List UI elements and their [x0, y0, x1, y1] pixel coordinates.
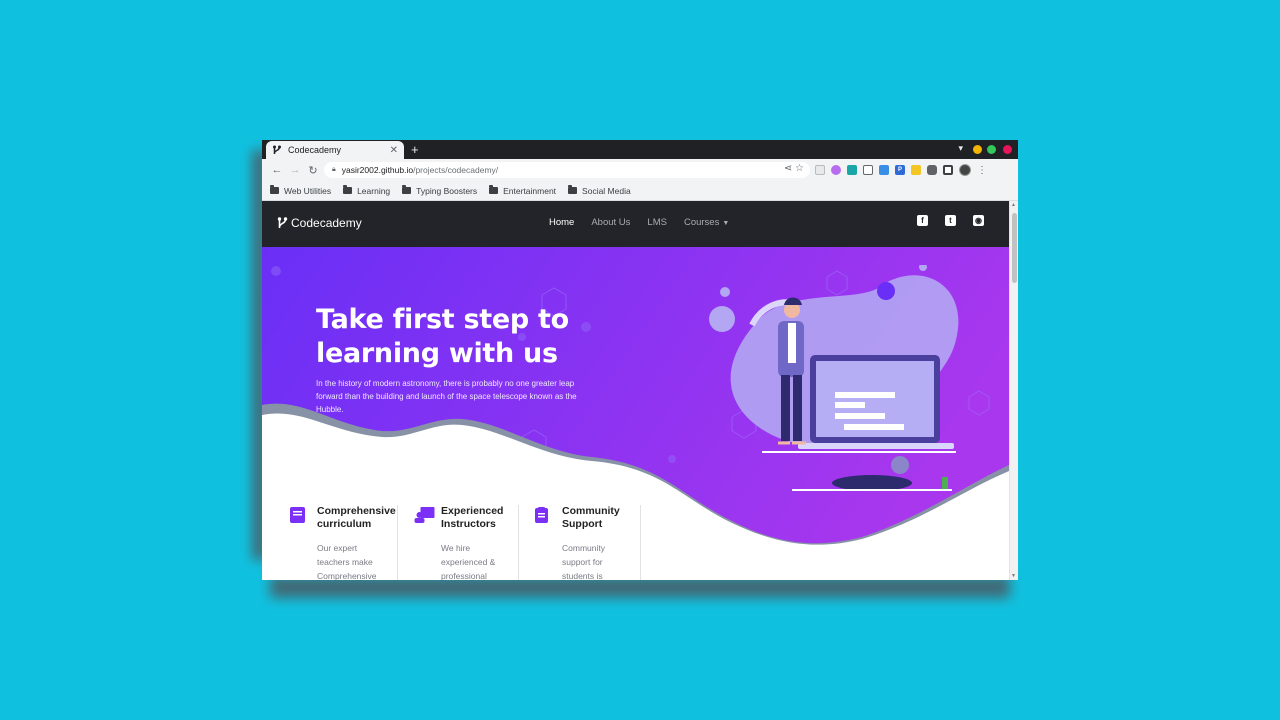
site-brand[interactable]: Codecademy [277, 216, 362, 230]
page-scrollbar[interactable]: ▲ ▼ [1009, 201, 1018, 580]
main-nav: Home About Us LMS Courses ▼ [549, 217, 729, 228]
bookmark-label: Entertainment [503, 185, 557, 196]
browser-toolbar: ← → ↻ 🔒︎ yasir2002.github.io/projects/co… [262, 159, 1018, 181]
bookmark-folder[interactable]: Social Media [568, 185, 631, 196]
extension-icon[interactable] [847, 165, 857, 175]
bookmark-folder[interactable]: Typing Boosters [402, 185, 478, 196]
nav-about-us[interactable]: About Us [591, 217, 630, 228]
feature-title: Community Support [562, 505, 620, 530]
browser-menu-icon[interactable]: ⋮ [977, 165, 987, 176]
url-host: yasir2002.github.io [341, 165, 414, 175]
extension-icon[interactable] [879, 165, 889, 175]
codecademy-logo-icon [277, 217, 288, 228]
extensions-area: P ⋮ [815, 164, 987, 176]
reload-icon[interactable]: ↻ [304, 164, 322, 177]
minimize-dot[interactable] [973, 145, 982, 154]
back-icon[interactable]: ← [268, 164, 286, 176]
forward-icon[interactable]: → [286, 164, 304, 176]
codecademy-favicon-icon [273, 145, 281, 154]
page-viewport: Take first step to learning with us In t… [262, 201, 1018, 580]
close-tab-icon[interactable]: ✕ [390, 145, 398, 156]
feature-card: Experienced Instructors We hire experien… [412, 505, 519, 580]
support-icon [535, 507, 548, 523]
bookmarks-bar: Web Utilities Learning Typing Boosters E… [262, 181, 1018, 201]
features-row: Comprehensive curriculum Our expert teac… [288, 505, 641, 580]
pdf-extension-icon[interactable]: P [895, 165, 905, 175]
profile-avatar[interactable] [959, 164, 971, 176]
caret-down-icon: ▼ [722, 220, 730, 227]
browser-window: Codecademy ✕ + ▾ ← → ↻ 🔒︎ yasir2002.gith… [262, 140, 1018, 580]
learning-illustration [709, 265, 959, 491]
folder-icon [270, 185, 279, 194]
feature-card: Comprehensive curriculum Our expert teac… [288, 505, 398, 580]
side-panel-icon[interactable] [943, 165, 953, 175]
brand-name: Codecademy [291, 216, 362, 230]
nav-home[interactable]: Home [549, 217, 574, 228]
bookmark-label: Typing Boosters [416, 185, 478, 196]
folder-icon [343, 185, 353, 194]
maximize-dot[interactable] [987, 145, 996, 154]
feature-title: Comprehensive curriculum [317, 505, 396, 530]
extension-icon[interactable] [911, 165, 921, 175]
nav-courses-label: Courses [683, 217, 720, 228]
url-path: /projects/codecademy/ [413, 165, 499, 175]
scroll-down-arrow-icon[interactable]: ▼ [1011, 573, 1016, 579]
bookmark-folder[interactable]: Learning [343, 185, 391, 196]
share-and-bookmark-star-icon[interactable]: ⋖ ☆ [784, 163, 804, 174]
tab-search-chevron-icon[interactable]: ▾ [958, 143, 963, 154]
feature-title: Experienced Instructors [441, 505, 504, 530]
new-tab-icon[interactable]: + [411, 142, 419, 157]
feature-text: We hire experienced & professional [441, 543, 496, 580]
close-window-dot[interactable] [1003, 145, 1012, 154]
nav-lms[interactable]: LMS [647, 217, 667, 228]
github-icon[interactable]: ◉ [973, 215, 984, 226]
scroll-up-arrow-icon[interactable]: ▲ [1011, 202, 1016, 208]
feature-text: Community support for students is [562, 543, 605, 580]
feature-text: Our expert teachers make Comprehensive [317, 543, 377, 580]
book-icon [290, 507, 305, 523]
puzzle-extensions-icon[interactable] [927, 165, 937, 175]
bookmark-folder[interactable]: Entertainment [489, 185, 557, 196]
folder-icon [568, 185, 578, 194]
scrollbar-thumb[interactable] [1012, 213, 1017, 283]
teacher-icon [414, 507, 435, 523]
bookmark-label: Social Media [582, 185, 631, 196]
hero-description: In the history of modern astronomy, ther… [316, 379, 577, 414]
screenshot-extension-icon[interactable] [863, 165, 873, 175]
bookmark-label: Web Utilities [284, 185, 332, 196]
extension-icon[interactable] [831, 165, 841, 175]
folder-icon [489, 185, 499, 194]
tab-title: Codecademy [288, 145, 342, 155]
hero-section: Take first step to learning with us In t… [262, 247, 1009, 580]
browser-tab[interactable]: Codecademy ✕ [266, 141, 404, 159]
lock-icon[interactable]: 🔒︎ [332, 166, 336, 174]
twitter-icon[interactable]: t [945, 215, 956, 226]
feature-card: Community Support Community support for … [533, 505, 641, 580]
folder-icon [402, 185, 412, 194]
bookmark-label: Learning [357, 185, 391, 196]
site-navbar: Codecademy Home About Us LMS Courses ▼ f … [262, 201, 1009, 247]
address-bar[interactable]: 🔒︎ yasir2002.github.io/projects/codecade… [324, 162, 810, 178]
facebook-icon[interactable]: f [917, 215, 928, 226]
bookmark-folder[interactable]: Web Utilities [270, 185, 332, 196]
extension-icon[interactable] [815, 165, 825, 175]
hero-title: Take first step to learning with us [316, 304, 569, 369]
tab-strip: Codecademy ✕ + ▾ [262, 140, 1018, 159]
nav-courses[interactable]: Courses ▼ [684, 217, 729, 228]
